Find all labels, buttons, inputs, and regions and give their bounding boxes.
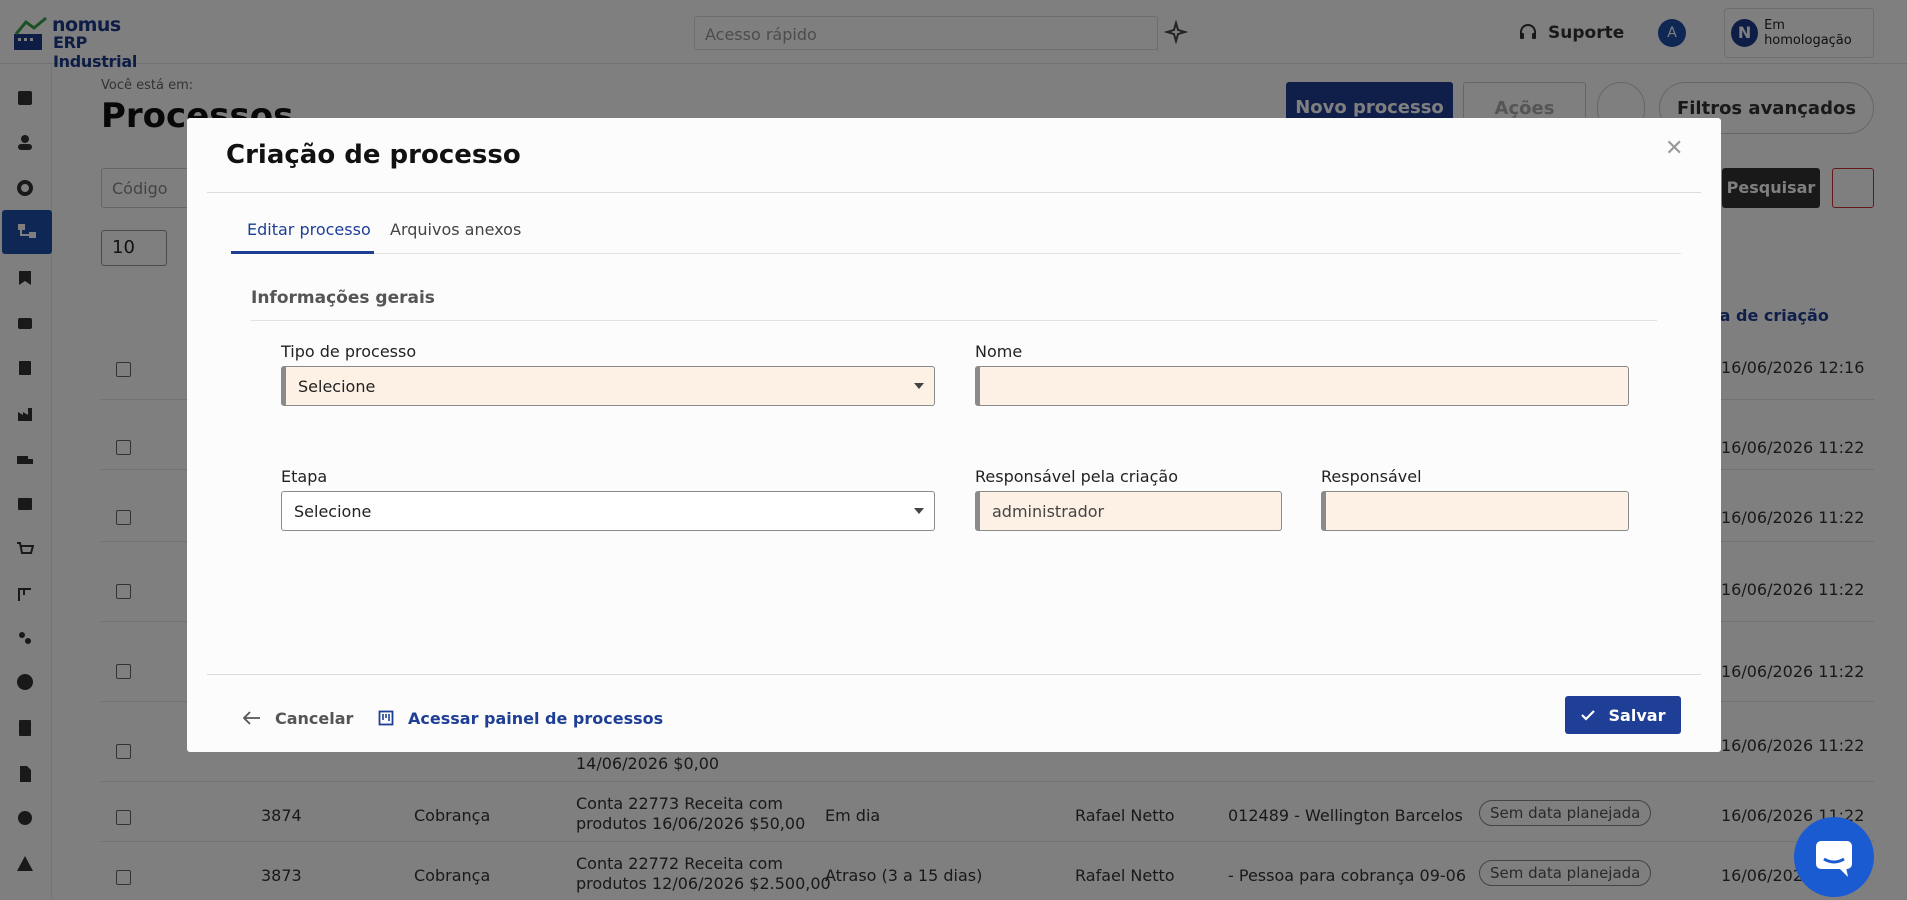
process-type-label: Tipo de processo — [281, 342, 417, 361]
created-by-label: Responsável pela criação — [975, 467, 1178, 486]
divider — [207, 674, 1701, 675]
chevron-down-icon — [914, 383, 924, 389]
close-icon[interactable]: ✕ — [1665, 136, 1683, 161]
stage-value: Selecione — [294, 502, 372, 521]
responsible-field[interactable] — [1321, 491, 1629, 531]
process-panel-link[interactable]: Acessar painel de processos — [378, 706, 663, 730]
responsible-label: Responsável — [1321, 467, 1422, 486]
name-label: Nome — [975, 342, 1023, 361]
chevron-down-icon — [914, 508, 924, 514]
tab-attachments[interactable]: Arquivos anexos — [386, 210, 526, 254]
save-label: Salvar — [1608, 705, 1666, 725]
create-process-modal: Criação de processo ✕ Editar processo Ar… — [187, 118, 1721, 752]
divider — [207, 192, 1701, 193]
stage-label: Etapa — [281, 467, 328, 486]
chat-icon — [1816, 841, 1852, 877]
name-field[interactable] — [975, 366, 1629, 406]
process-type-value: Selecione — [298, 377, 376, 396]
created-by-field[interactable]: administrador — [975, 491, 1282, 531]
tab-edit-process[interactable]: Editar processo — [231, 210, 374, 254]
arrow-left-icon — [243, 711, 260, 725]
divider — [251, 320, 1657, 321]
board-icon — [378, 710, 394, 726]
modal-tabs: Editar processo Arquivos anexos — [231, 210, 1681, 254]
process-panel-label: Acessar painel de processos — [408, 708, 664, 728]
check-icon — [1580, 710, 1595, 721]
stage-select[interactable]: Selecione — [281, 491, 935, 531]
cancel-label: Cancelar — [275, 708, 354, 728]
section-title: Informações gerais — [251, 288, 435, 308]
chat-button[interactable] — [1794, 817, 1874, 897]
cancel-button[interactable]: Cancelar — [243, 706, 353, 730]
modal-title: Criação de processo — [226, 140, 521, 170]
process-type-select[interactable]: Selecione — [281, 366, 935, 406]
save-button[interactable]: Salvar — [1565, 696, 1681, 734]
